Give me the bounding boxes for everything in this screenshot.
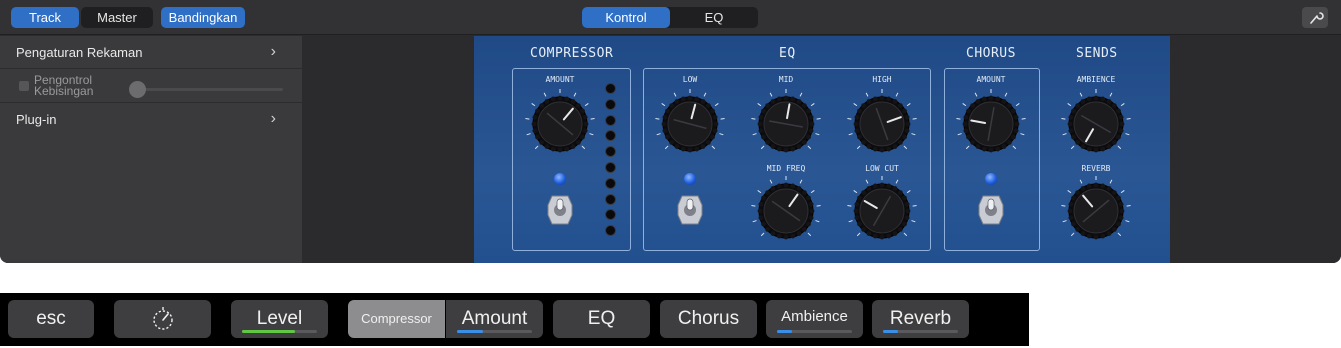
eq-led-indicator — [684, 173, 696, 185]
recording-settings-label: Pengaturan Rekaman — [16, 45, 143, 60]
meter-led — [605, 193, 616, 205]
reverb-bar-fill — [883, 330, 898, 333]
meter-led — [605, 114, 616, 126]
compressor-led-indicator — [554, 173, 566, 185]
reverb-knob[interactable] — [1060, 175, 1132, 247]
controls-tab[interactable]: Kontrol — [582, 7, 670, 28]
chorus-amount-knob[interactable] — [955, 88, 1027, 160]
low-cut-label: LOW CUT — [865, 164, 899, 173]
chorus-amount-label: AMOUNT — [976, 75, 1006, 84]
sidebar: Pengaturan Rekaman › Pengontrol Kebising… — [0, 36, 302, 263]
meter-led — [605, 83, 616, 94]
recording-settings-row[interactable]: Pengaturan Rekaman › — [0, 36, 302, 69]
tuner-icon — [152, 307, 173, 330]
mid-label: MID — [778, 75, 794, 84]
track-button[interactable]: Track — [11, 7, 79, 28]
sends-title: SENDS — [1076, 46, 1118, 61]
compressor-toggle-switch[interactable] — [547, 193, 573, 227]
mid-freq-knob[interactable] — [750, 175, 822, 247]
ambience-bar-fill — [777, 330, 792, 333]
esc-button[interactable]: esc — [8, 300, 94, 338]
noise-gate-label: Pengontrol Kebisingan — [34, 74, 94, 98]
mid-freq-label: MID FREQ — [766, 164, 806, 173]
noise-gate-slider-knob[interactable] — [129, 81, 146, 98]
touch-bar: esc Level Compressor Amount EQ Chorus Am… — [0, 293, 1029, 346]
level-bar — [242, 330, 317, 333]
ambience-label: AMBIENCE — [1076, 75, 1116, 84]
smart-controls-window: Track Master Bandingkan Kontrol EQ Penga… — [0, 0, 1341, 263]
level-slider-button[interactable]: Level — [231, 300, 328, 338]
meter-led — [605, 98, 616, 110]
compare-button[interactable]: Bandingkan — [161, 7, 245, 28]
eq-tab[interactable]: EQ — [670, 7, 758, 28]
level-bar-fill — [242, 330, 295, 333]
compressor-label: Compressor — [361, 311, 432, 326]
low-knob[interactable] — [654, 88, 726, 160]
chorus-button[interactable]: Chorus — [660, 300, 757, 338]
chorus-title: CHORUS — [966, 46, 1016, 61]
noise-gate-checkbox[interactable] — [19, 81, 29, 91]
esc-label: esc — [36, 308, 66, 329]
comp-amount-knob[interactable] — [524, 88, 596, 160]
high-knob[interactable] — [846, 88, 918, 160]
low-cut-knob[interactable] — [846, 175, 918, 247]
low-label: LOW — [682, 75, 698, 84]
inspector-segment-control: Kontrol EQ — [582, 7, 758, 28]
reverb-slider-button[interactable]: Reverb — [872, 300, 969, 338]
compressor-title: COMPRESSOR — [530, 46, 614, 61]
compressor-button[interactable]: Compressor — [348, 300, 445, 338]
reverb-label: Reverb — [889, 308, 952, 329]
eq-toggle-switch[interactable] — [677, 193, 703, 227]
chorus-label: Chorus — [677, 308, 740, 329]
reverb-bar — [883, 330, 958, 333]
noise-gate-label-line2: Kebisingan — [34, 84, 94, 98]
wrench-icon[interactable] — [1302, 7, 1328, 28]
comp-amount-label: AMOUNT — [545, 75, 575, 84]
eq-button[interactable]: EQ — [553, 300, 650, 338]
high-label: HIGH — [872, 75, 892, 84]
level-label: Level — [256, 308, 303, 329]
amount-slider-button[interactable]: Amount — [446, 300, 543, 338]
noise-gate-slider-track[interactable] — [131, 88, 283, 91]
plugins-row[interactable]: Plug-in › — [0, 103, 302, 137]
reverb-label: REVERB — [1081, 164, 1111, 173]
ambience-label: Ambience — [781, 308, 848, 325]
chorus-led-indicator — [985, 173, 997, 185]
meter-led — [605, 162, 616, 173]
eq-label: EQ — [587, 308, 616, 329]
top-toolbar: Track Master Bandingkan Kontrol EQ — [0, 0, 1341, 35]
amount-bar-fill — [457, 330, 484, 333]
meter-led — [605, 177, 616, 189]
ambience-bar — [777, 330, 852, 333]
eq-title: EQ — [779, 46, 796, 61]
master-button[interactable]: Master — [81, 7, 153, 28]
chorus-toggle-switch[interactable] — [978, 193, 1004, 227]
amount-bar — [457, 330, 532, 333]
tuner-button[interactable] — [114, 300, 211, 338]
chevron-right-icon: › — [270, 110, 276, 127]
view-segment-control: Track Master Bandingkan — [8, 7, 248, 28]
chevron-right-icon: › — [270, 43, 276, 60]
noise-gate-row: Pengontrol Kebisingan — [0, 69, 302, 103]
plugins-label: Plug-in — [16, 112, 57, 127]
ambience-slider-button[interactable]: Ambience — [766, 300, 863, 338]
ambience-knob[interactable] — [1060, 88, 1132, 160]
amount-label: Amount — [461, 308, 528, 329]
mid-knob[interactable] — [750, 88, 822, 160]
